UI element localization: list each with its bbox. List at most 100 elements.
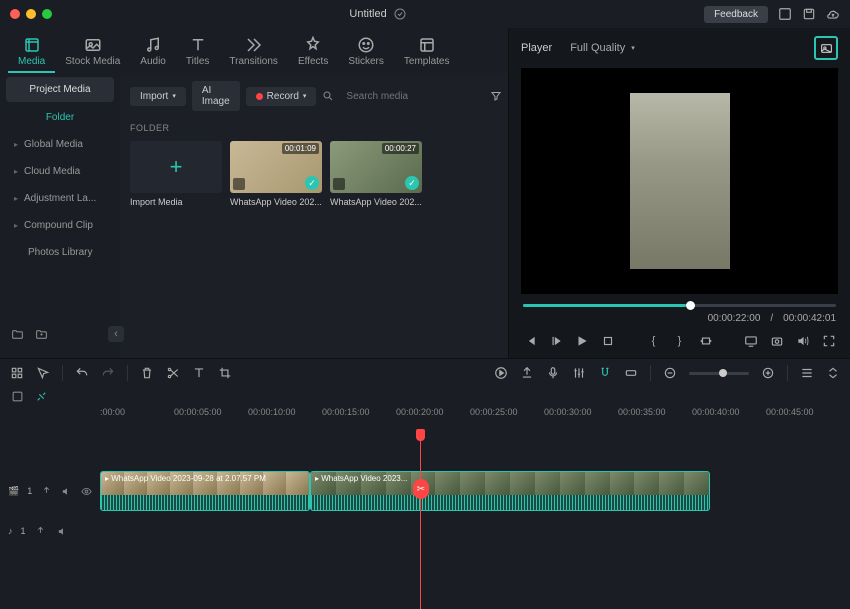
maximize-window[interactable] xyxy=(42,9,52,19)
track-mute-icon[interactable] xyxy=(60,484,72,498)
timeline-lock-icon[interactable] xyxy=(10,389,24,403)
plus-icon: + xyxy=(170,154,183,180)
used-check-icon: ✓ xyxy=(405,176,419,190)
ai-image-button[interactable]: AI Image xyxy=(192,81,240,111)
cloud-upload-icon[interactable] xyxy=(826,7,840,21)
view-mode-icon[interactable] xyxy=(800,366,814,380)
audio-track-header[interactable]: ♪1 xyxy=(0,511,100,551)
current-time: 00:00:22:00 xyxy=(708,313,761,324)
folder-section-header: FOLDER xyxy=(130,111,498,141)
minimize-window[interactable] xyxy=(26,9,36,19)
window-controls xyxy=(10,9,52,19)
tab-effects[interactable]: Effects xyxy=(288,32,338,73)
collapse-sidebar-icon[interactable]: ‹ xyxy=(108,326,124,342)
save-icon[interactable] xyxy=(802,7,816,21)
track-options-icon[interactable] xyxy=(10,366,24,380)
capture-icon[interactable] xyxy=(770,334,784,348)
link-icon[interactable] xyxy=(624,366,638,380)
sidebar-photos-library[interactable]: Photos Library xyxy=(6,239,114,266)
search-icon xyxy=(322,89,334,103)
sidebar-global-media[interactable]: ▸Global Media xyxy=(6,131,114,158)
snapshot-button[interactable] xyxy=(814,36,838,60)
cut-marker[interactable]: ✂ xyxy=(413,479,429,499)
audio-track[interactable] xyxy=(100,513,850,553)
snap-icon[interactable] xyxy=(598,366,612,380)
track-mute-icon[interactable] xyxy=(56,524,70,538)
search-input[interactable] xyxy=(340,87,484,106)
unlink-icon[interactable] xyxy=(34,389,48,403)
track-export-icon[interactable] xyxy=(34,524,48,538)
timeline-clip-1[interactable]: ▸ WhatsApp Video 2023-09-28 at 2.07.57 P… xyxy=(100,471,310,511)
media-clip-1[interactable]: 00:01:09✓ WhatsApp Video 202... xyxy=(230,141,322,207)
filter-icon[interactable] xyxy=(490,89,502,103)
audio-track-icon: ♪ xyxy=(8,526,13,536)
media-tabs: Media Stock Media Audio Titles Transitio… xyxy=(0,28,508,73)
playhead[interactable] xyxy=(420,429,421,609)
sync-status-icon xyxy=(393,7,407,21)
player-label: Player xyxy=(521,42,552,54)
used-check-icon: ✓ xyxy=(305,176,319,190)
zoom-in-icon[interactable] xyxy=(761,366,775,380)
record-dropdown[interactable]: Record▾ xyxy=(246,87,317,106)
split-icon[interactable] xyxy=(166,366,180,380)
close-window[interactable] xyxy=(10,9,20,19)
tab-stickers[interactable]: Stickers xyxy=(338,32,394,73)
sidebar-adjustment-layer[interactable]: ▸Adjustment La... xyxy=(6,185,114,212)
media-sidebar: Project Media Folder ▸Global Media ▸Clou… xyxy=(0,73,120,358)
total-time: 00:00:42:01 xyxy=(783,313,836,324)
crop-icon[interactable] xyxy=(218,366,232,380)
video-track[interactable]: ▸ WhatsApp Video 2023-09-28 at 2.07.57 P… xyxy=(100,471,850,511)
new-folder-icon[interactable] xyxy=(10,327,24,341)
play-from-start-icon[interactable] xyxy=(549,334,563,348)
tab-audio[interactable]: Audio xyxy=(130,32,176,73)
play-icon[interactable] xyxy=(575,334,589,348)
delete-icon[interactable] xyxy=(140,366,154,380)
sidebar-compound-clip[interactable]: ▸Compound Clip xyxy=(6,212,114,239)
select-tool-icon[interactable] xyxy=(36,366,50,380)
project-media-button[interactable]: Project Media xyxy=(6,77,114,102)
preview-viewport[interactable] xyxy=(521,68,838,294)
mark-in-icon[interactable]: { xyxy=(647,334,661,348)
tab-transitions[interactable]: Transitions xyxy=(219,32,288,73)
marker-add-icon[interactable] xyxy=(520,366,534,380)
stop-icon[interactable] xyxy=(601,334,615,348)
tab-templates[interactable]: Templates xyxy=(394,32,460,73)
quality-dropdown[interactable]: Full Quality▾ xyxy=(570,42,635,54)
timeline-clip-2[interactable]: ▸ WhatsApp Video 2023... xyxy=(310,471,710,511)
project-title: Untitled xyxy=(52,7,704,21)
clip-type-icon xyxy=(333,178,345,190)
import-dropdown[interactable]: Import▾ xyxy=(130,87,186,106)
zoom-out-icon[interactable] xyxy=(663,366,677,380)
volume-icon[interactable] xyxy=(796,334,810,348)
redo-icon[interactable] xyxy=(101,366,115,380)
zoom-slider[interactable] xyxy=(689,372,749,375)
layout-icon[interactable] xyxy=(778,7,792,21)
prev-frame-icon[interactable] xyxy=(523,334,537,348)
mark-out-icon[interactable]: } xyxy=(673,334,687,348)
text-icon[interactable] xyxy=(192,366,206,380)
tab-stock-media[interactable]: Stock Media xyxy=(55,32,130,73)
video-track-header[interactable]: 🎬1 xyxy=(0,471,100,511)
fullscreen-icon[interactable] xyxy=(822,334,836,348)
import-media-card[interactable]: + Import Media xyxy=(130,141,222,207)
render-icon[interactable] xyxy=(494,366,508,380)
tab-titles[interactable]: Titles xyxy=(176,32,220,73)
display-icon[interactable] xyxy=(744,334,758,348)
clip-type-icon xyxy=(233,178,245,190)
settings-icon[interactable] xyxy=(826,366,840,380)
timeline-ruler[interactable]: :00:00 00:00:05:00 00:00:10:00 00:00:15:… xyxy=(0,405,850,429)
clip-range-icon[interactable] xyxy=(699,334,713,348)
audio-mixer-icon[interactable] xyxy=(572,366,586,380)
new-bin-icon[interactable] xyxy=(34,327,48,341)
folder-label[interactable]: Folder xyxy=(6,104,114,131)
undo-icon[interactable] xyxy=(75,366,89,380)
track-visible-icon[interactable] xyxy=(80,484,92,498)
media-clip-2[interactable]: 00:00:27✓ WhatsApp Video 202... xyxy=(330,141,422,207)
tab-media[interactable]: Media xyxy=(8,32,55,73)
titlebar: Untitled Feedback xyxy=(0,0,850,28)
voiceover-icon[interactable] xyxy=(546,366,560,380)
sidebar-cloud-media[interactable]: ▸Cloud Media xyxy=(6,158,114,185)
player-scrubber[interactable] xyxy=(523,304,836,307)
track-export-icon[interactable] xyxy=(40,484,52,498)
feedback-button[interactable]: Feedback xyxy=(704,6,768,23)
